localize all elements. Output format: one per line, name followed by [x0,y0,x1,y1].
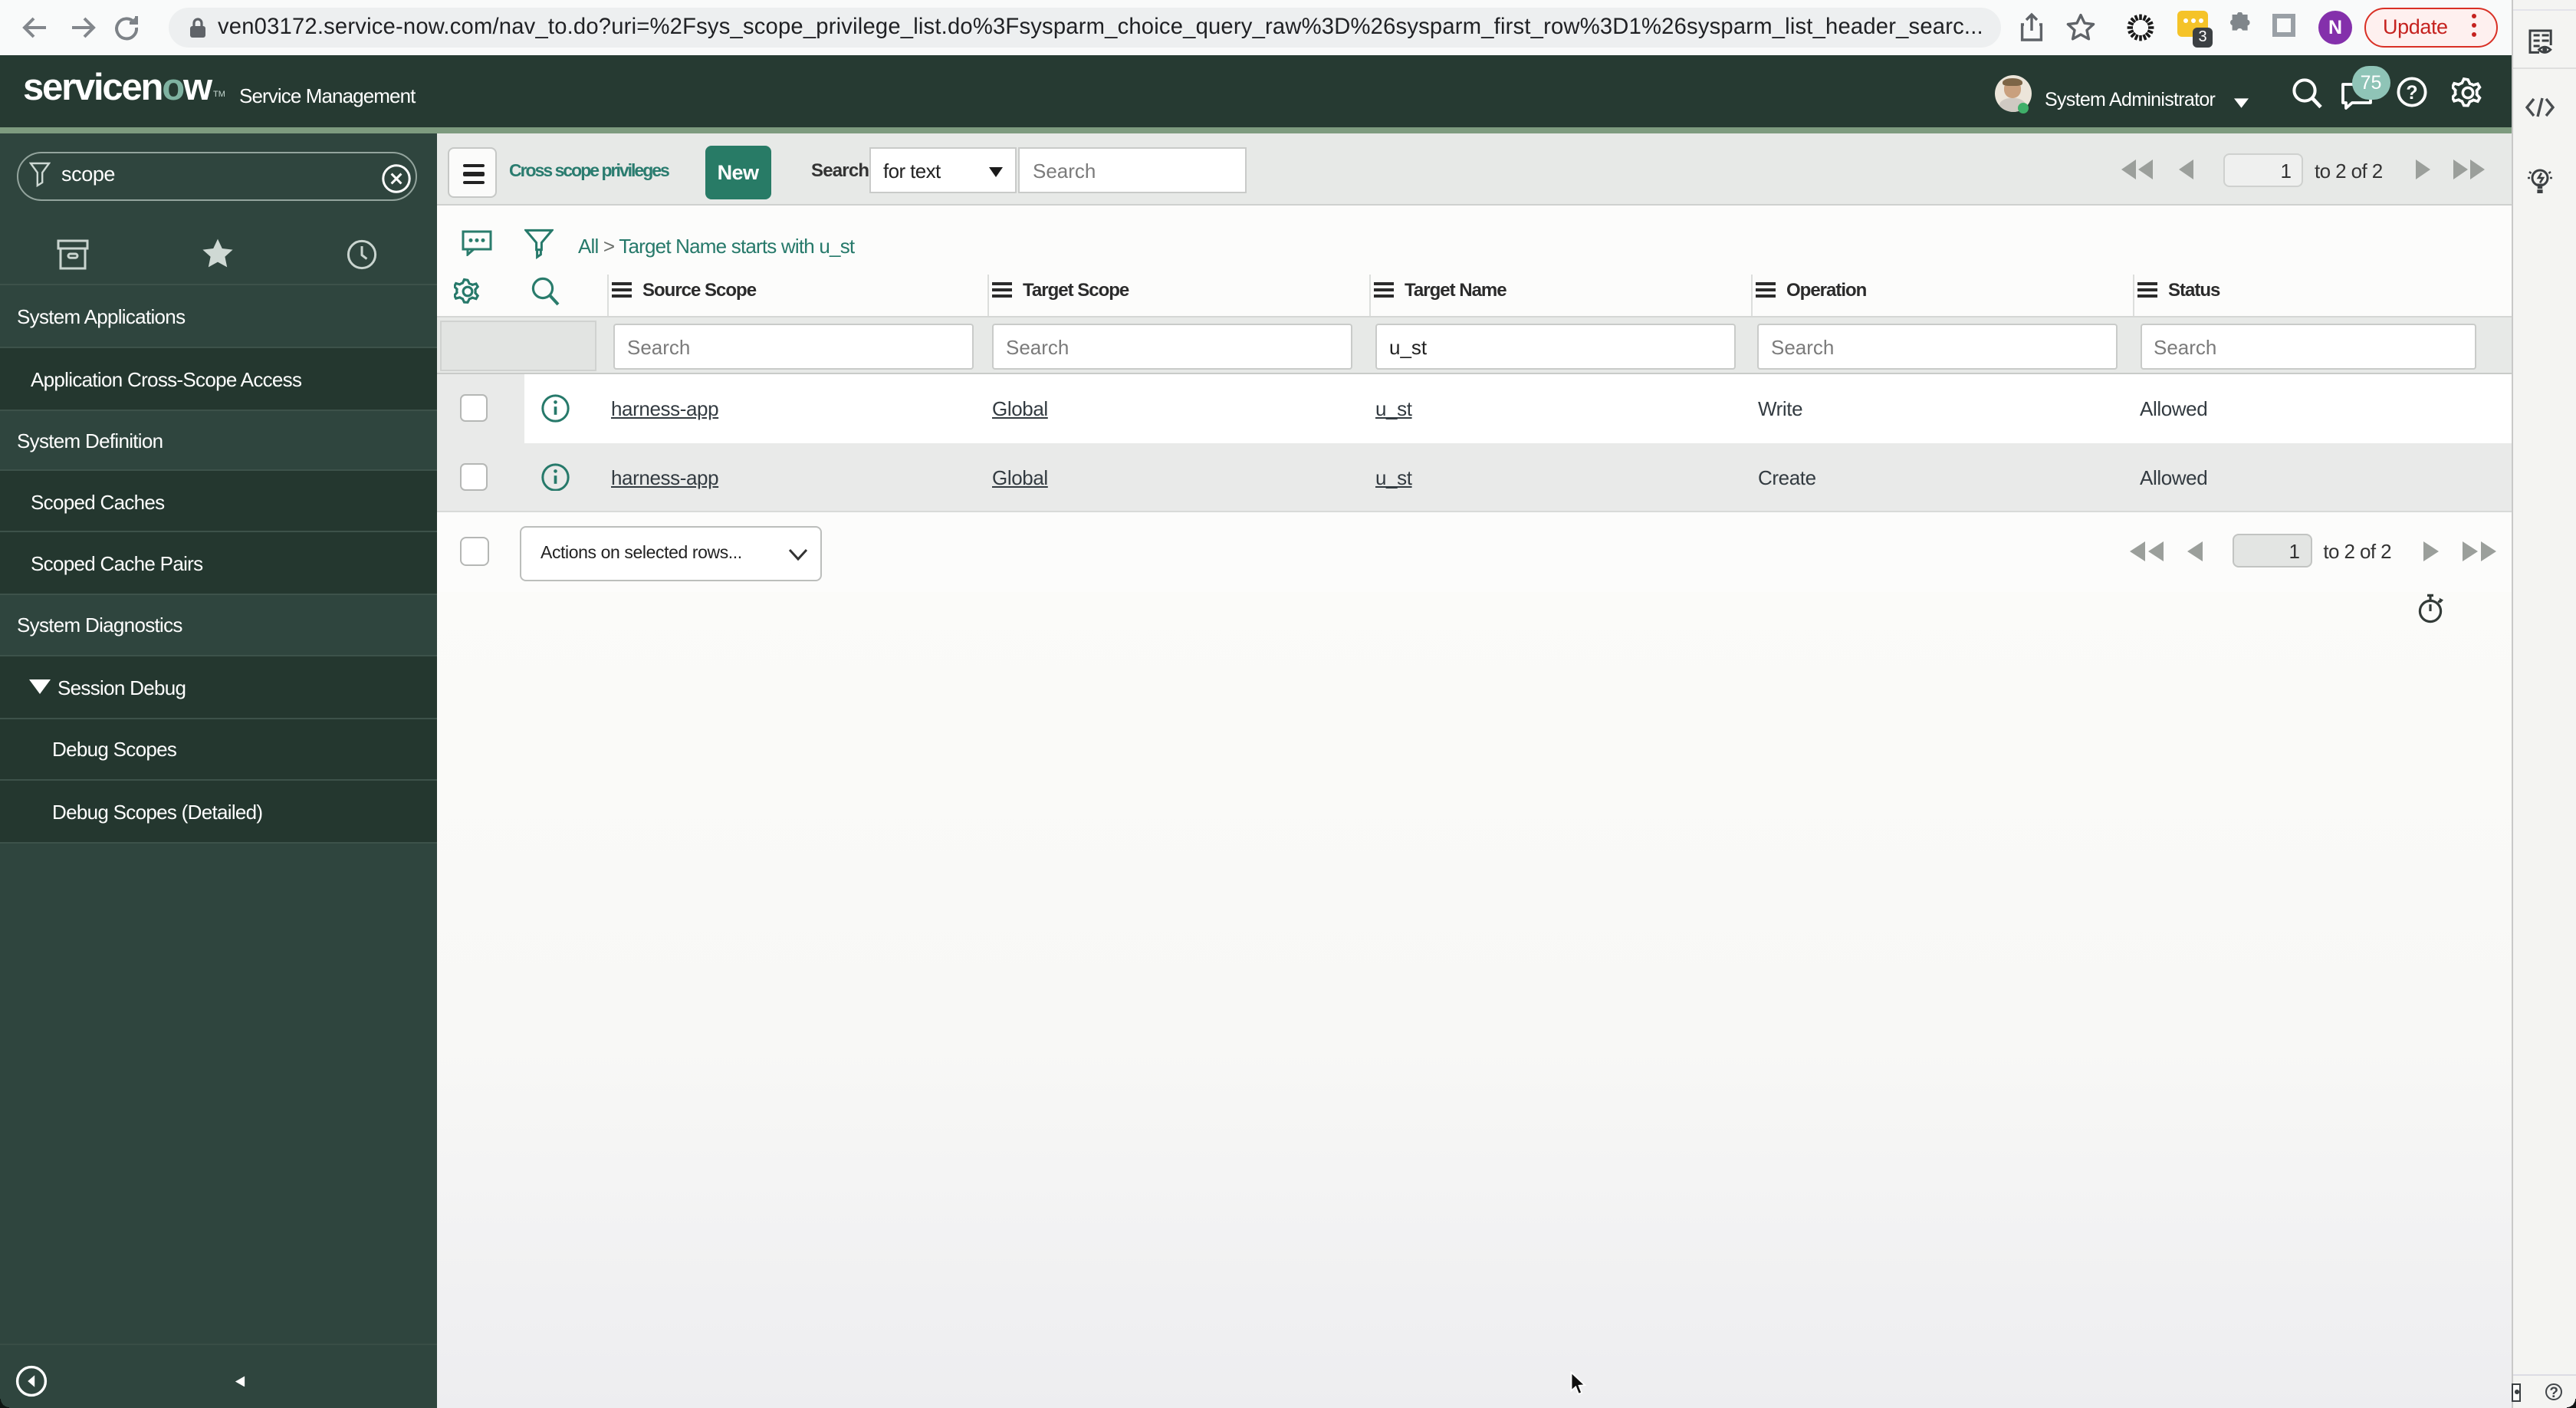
svg-text:?: ? [2405,82,2417,104]
